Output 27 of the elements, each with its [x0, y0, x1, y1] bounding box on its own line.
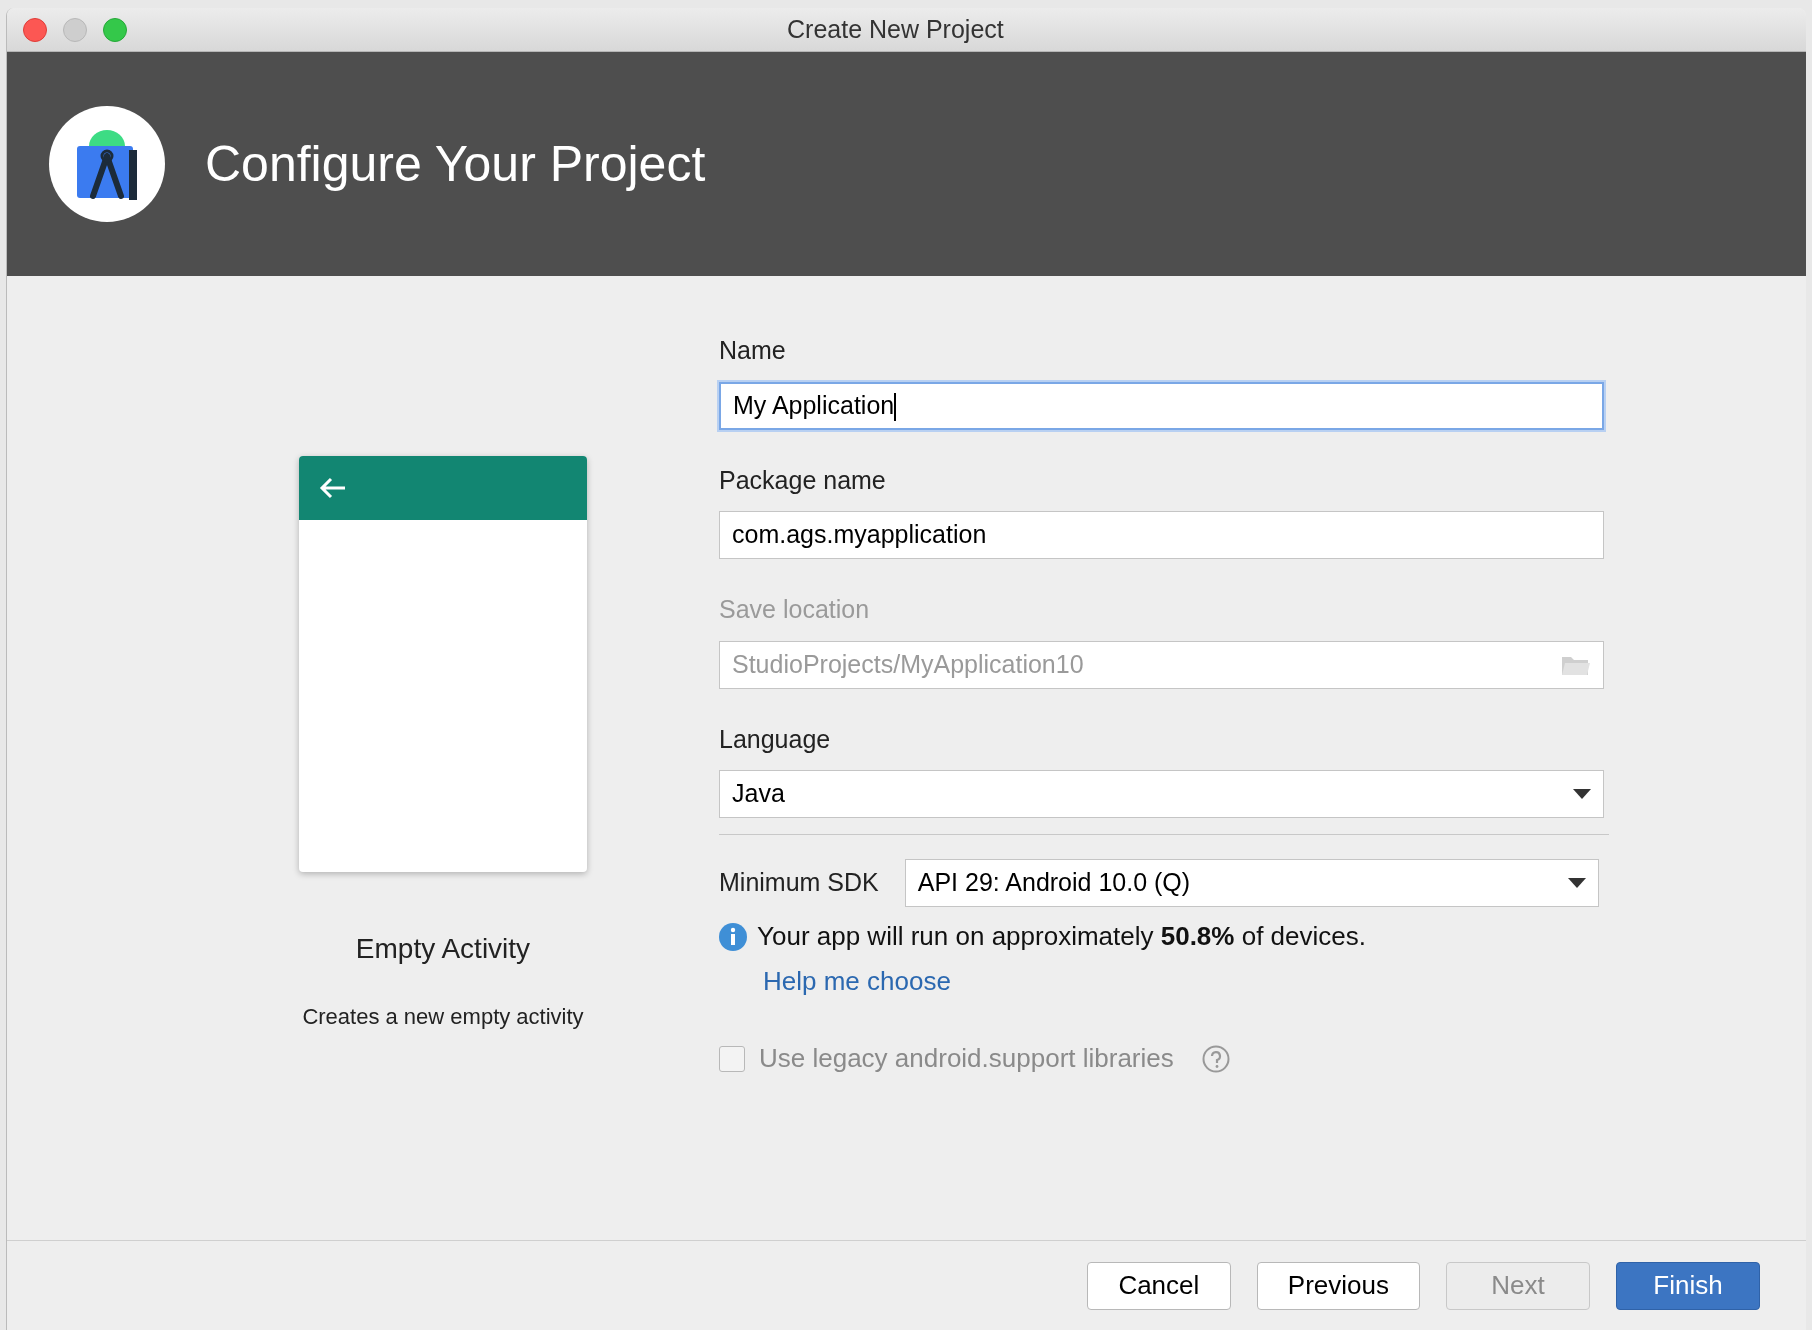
close-window-button[interactable]: [23, 17, 47, 42]
template-name: Empty Activity: [355, 932, 531, 966]
dialog-button[interactable]: Finish: [1616, 1261, 1760, 1310]
field-label: Minimum SDK: [719, 867, 879, 899]
text-field[interactable]: My Application: [719, 381, 1604, 430]
dialog-button[interactable]: Previous: [1256, 1261, 1420, 1310]
help-me-choose-link[interactable]: Help me choose: [763, 962, 1609, 1001]
info-icon: [719, 922, 747, 951]
text-field[interactable]: com.ags.myapplication: [719, 511, 1604, 559]
template-description: Creates a new empty activity: [302, 1003, 584, 1031]
zoom-window-button[interactable]: [103, 17, 127, 42]
minimum-sdk-dropdown[interactable]: API 29: Android 10.0 (Q): [904, 859, 1599, 907]
field-label: Language: [719, 723, 832, 755]
field-label: Package name: [719, 464, 887, 496]
field-label: Save location: [719, 594, 871, 625]
checkbox-label: Use legacy android.support libraries: [759, 1042, 1174, 1075]
window-title: Create New Project: [787, 13, 1004, 45]
compatibility-info: Your app will run on approximately 50.8% of devices.: [757, 920, 1366, 953]
help-icon[interactable]: [1201, 1044, 1230, 1073]
dialog-button[interactable]: Cancel: [1086, 1261, 1231, 1310]
dropdown-caret-icon: [1567, 878, 1586, 888]
back-arrow-icon: [319, 476, 347, 500]
field-label: Name: [719, 335, 787, 366]
page-heading: Configure Your Project: [205, 134, 706, 194]
language-dropdown[interactable]: Java: [719, 770, 1604, 818]
minimize-window-button[interactable]: [63, 17, 87, 42]
dropdown-caret-icon: [1573, 789, 1591, 799]
